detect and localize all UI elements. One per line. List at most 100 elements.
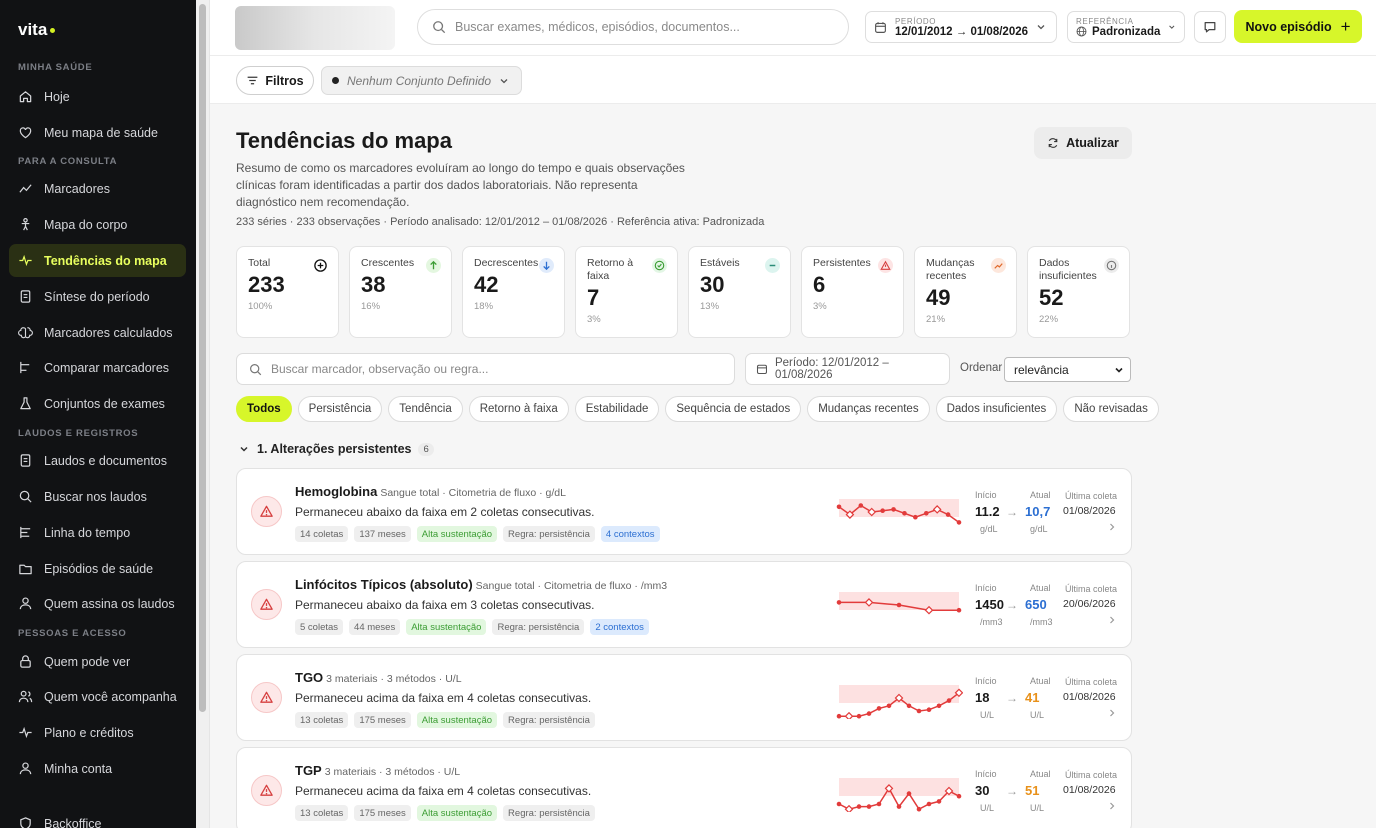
filter-tab-7[interactable]: Dados insuficientes (935, 396, 1058, 422)
marker-description: Permaneceu abaixo da faixa em 3 coletas … (295, 598, 595, 612)
filter-tab-5[interactable]: Sequência de estados (665, 396, 802, 422)
stat-label: Mudanças recentes (926, 257, 975, 282)
filter-tab-8[interactable]: Não revisadas (1063, 396, 1159, 422)
sidebar-item-3[interactable]: Mapa do corpo (9, 208, 186, 241)
chevron-down-icon (1169, 25, 1175, 29)
exam-set-selector[interactable]: Nenhum Conjunto Definido (321, 66, 522, 95)
marker-card[interactable]: Linfócitos Típicos (absoluto) Sangue tota… (236, 561, 1132, 648)
sidebar-item-label: Quem pode ver (44, 654, 131, 669)
marker-search-placeholder: Buscar marcador, observação ou regra... (271, 362, 489, 376)
sidebar-item-13[interactable]: Quem assina os laudos (9, 587, 186, 620)
reference-label: REFERÊNCIA (1076, 16, 1134, 26)
sidebar-item-2[interactable]: Marcadores (9, 172, 186, 205)
group-header[interactable]: 1. Alterações persistentes 6 (239, 442, 434, 456)
current-unit: U/L (1030, 803, 1045, 813)
sidebar-item-7[interactable]: Comparar marcadores (9, 351, 186, 384)
search-icon (250, 363, 262, 375)
stat-card-6[interactable]: Mudanças recentes 49 21% (914, 246, 1017, 338)
filter-tab-2[interactable]: Tendência (388, 396, 463, 422)
current-value: 51 (1025, 783, 1040, 798)
brand-logo[interactable]: vita (18, 20, 56, 40)
card-chip: Alta sustentação (416, 712, 498, 728)
sidebar-scrollbar[interactable] (196, 0, 210, 828)
arrow-right-icon: → (1006, 598, 1018, 612)
chevron-down-icon (1037, 25, 1045, 30)
sidebar-item-6[interactable]: Marcadores calculados (9, 316, 186, 349)
sidebar-item-12[interactable]: Episódios de saúde (9, 552, 186, 585)
sidebar-item-17[interactable]: Minha conta (9, 752, 186, 785)
chat-button[interactable] (1194, 11, 1226, 43)
stat-card-3[interactable]: Retorno à faixa 7 3% (575, 246, 678, 338)
sparkline-point (906, 703, 912, 709)
sidebar-item-18[interactable]: Backoffice (9, 807, 186, 828)
new-episode-button[interactable]: Novo episódio + (1234, 10, 1362, 43)
current-value: 41 (1025, 690, 1040, 705)
sidebar-item-label: Hoje (44, 89, 70, 104)
sidebar-item-4[interactable]: Tendências do mapa (9, 244, 186, 277)
sidebar-item-16[interactable]: Plano e créditos (9, 716, 186, 749)
sidebar-item-14[interactable]: Quem pode ver (9, 645, 186, 678)
sparkline-point (880, 508, 885, 513)
arrow-right-icon: → (1006, 784, 1018, 798)
sparkline-point (836, 504, 842, 510)
filter-tab-4[interactable]: Estabilidade (574, 396, 660, 422)
filters-button[interactable]: Filtros (236, 66, 314, 95)
sidebar-item-5[interactable]: Síntese do período (9, 280, 186, 313)
stat-card-4[interactable]: Estáveis 30 13% (688, 246, 791, 338)
sidebar-item-1[interactable]: Meu mapa de saúde (9, 116, 186, 149)
start-unit: U/L (980, 710, 995, 720)
reference-selector[interactable]: REFERÊNCIA Padronizada (1067, 11, 1185, 43)
start-value: 18 (975, 690, 990, 705)
stat-card-2[interactable]: Decrescentes 42 18% (462, 246, 565, 338)
scrollbar-thumb[interactable] (199, 4, 206, 712)
start-value: 1450 (975, 597, 1004, 612)
sparkline-point (926, 707, 932, 712)
calendar-icon (756, 364, 767, 375)
start-label: Início (975, 769, 997, 779)
start-value: 11.2 (975, 504, 1000, 519)
pulse-icon (19, 254, 32, 267)
marker-card[interactable]: TGP 3 materiais · 3 métodos · U/L Permanec… (236, 747, 1132, 828)
filter-tab-3[interactable]: Retorno à faixa (468, 396, 569, 422)
stat-value: 38 (361, 272, 386, 297)
stat-card-1[interactable]: Crescentes 38 16% (349, 246, 452, 338)
filter-tab-1[interactable]: Persistência (297, 396, 383, 422)
period-filter-button[interactable]: Período: 12/01/2012 – 01/08/2026 (745, 353, 950, 385)
sidebar-item-0[interactable]: Hoje (9, 80, 186, 113)
sidebar-item-11[interactable]: Linha do tempo (9, 516, 186, 549)
marker-search-input[interactable]: Buscar marcador, observação ou regra... (236, 353, 735, 385)
filter-tab-0[interactable]: Todos (236, 396, 292, 422)
start-label: Início (975, 676, 997, 686)
global-search-input[interactable]: Buscar exames, médicos, episódios, docum… (417, 9, 849, 45)
period-selector[interactable]: PERÍODO 12/01/2012 → 01/08/2026 (865, 11, 1057, 43)
profile-avatar[interactable] (235, 6, 395, 50)
sidebar-item-9[interactable]: Laudos e documentos (9, 444, 186, 477)
section-minha-saude: MINHA SAÚDE (18, 62, 93, 73)
current-unit: g/dL (1030, 524, 1048, 534)
sparkline-diamond-point (844, 711, 854, 719)
sidebar-item-10[interactable]: Buscar nos laudos (9, 480, 186, 513)
brand-name: vita (18, 20, 48, 39)
marker-card[interactable]: TGO 3 materiais · 3 métodos · U/L Permanec… (236, 654, 1132, 741)
stat-card-7[interactable]: Dados insuficientes 52 22% (1027, 246, 1130, 338)
shield-icon (20, 817, 31, 828)
stat-percent: 16% (361, 301, 381, 312)
chevron-down-icon (240, 446, 248, 452)
order-select[interactable]: relevância (1004, 357, 1131, 382)
global-search-placeholder: Buscar exames, médicos, episódios, docum… (455, 20, 740, 34)
stat-card-5[interactable]: Persistentes 6 3% (801, 246, 904, 338)
sidebar-item-label: Tendências do mapa (44, 253, 167, 268)
sidebar: vita MINHA SAÚDE PARA A CONSULTA LAUDOS … (0, 0, 196, 828)
stat-card-0[interactable]: Total 233 100% (236, 246, 339, 338)
filter-tab-6[interactable]: Mudanças recentes (807, 396, 930, 422)
page-title: Tendências do mapa (236, 128, 452, 153)
stat-label: Decrescentes (474, 257, 539, 269)
sidebar-item-15[interactable]: Quem você acompanha (9, 680, 186, 713)
sidebar-item-label: Marcadores calculados (44, 325, 173, 340)
stat-label: Persistentes (813, 257, 871, 269)
chevron-right-icon (1110, 616, 1115, 624)
sidebar-item-8[interactable]: Conjuntos de exames (9, 387, 186, 420)
marker-card[interactable]: Hemoglobina Sangue total · Citometria de … (236, 468, 1132, 555)
sparkline-point (902, 511, 907, 516)
refresh-button[interactable]: Atualizar (1034, 127, 1132, 159)
